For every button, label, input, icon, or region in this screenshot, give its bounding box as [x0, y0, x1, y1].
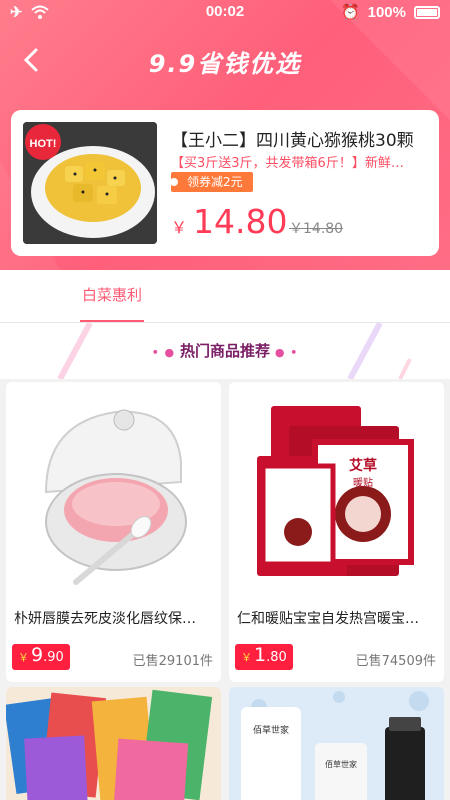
section-title: • ● 热门商品推荐 ● •: [151, 342, 299, 360]
alarm-icon: ⏰: [340, 4, 360, 21]
deal-price-value: 14.80: [193, 202, 288, 241]
featured-deal-card[interactable]: HOT! 【王小二】四川黄心猕猴桃30颗 【买3斤送3斤，共发带箱6斤！】新鲜……: [11, 110, 439, 256]
deal-subtitle: 【买3斤送3斤，共发带箱6斤！】新鲜…: [171, 156, 404, 171]
coupon-badge[interactable]: 领券减2元: [170, 172, 253, 192]
svg-text:暖贴: 暖贴: [353, 476, 373, 489]
deal-title: 【王小二】四川黄心猕猴桃30颗: [171, 131, 414, 151]
product-image[interactable]: [6, 382, 221, 596]
section-header: • ● 热门商品推荐 ● •: [0, 323, 450, 379]
picture-books-illustration: [6, 687, 221, 800]
product-card[interactable]: 佰草世家 佰草世家: [229, 687, 444, 800]
tab-active-indicator: [80, 320, 144, 322]
skincare-bottles-illustration: 佰草世家 佰草世家: [229, 687, 444, 800]
product-title: 朴妍唇膜去死皮淡化唇纹保…: [14, 611, 196, 627]
product-card[interactable]: [6, 687, 221, 800]
dots-left-icon: • ●: [151, 346, 180, 359]
svg-text:佰草世家: 佰草世家: [325, 759, 357, 769]
product-card[interactable]: 朴妍唇膜去死皮淡化唇纹保… ￥ 9 .90 已售29101件: [6, 382, 221, 682]
svg-text:HOT!: HOT!: [30, 138, 57, 150]
tab-bar: 白菜惠利: [0, 270, 450, 323]
hot-badge-icon: HOT!: [25, 124, 61, 160]
page-title: 9.9省钱优选: [148, 50, 302, 78]
price-tag: ￥ 1 .80: [235, 644, 293, 670]
deal-original-price: ￥14.80: [289, 221, 344, 237]
sold-count: 已售74509件: [355, 654, 436, 669]
svg-text:艾草: 艾草: [349, 457, 377, 474]
battery-icon: [414, 5, 440, 19]
product-card[interactable]: 艾草 暖贴 仁和暖贴宝宝自发热宫暖宝… ￥ 1 .80 已售74509件: [229, 382, 444, 682]
status-bar: ✈ 00:02 ⏰ 100%: [0, 0, 450, 24]
heat-patch-illustration: 艾草 暖贴: [229, 382, 444, 596]
dots-right-icon: ● •: [270, 346, 299, 359]
svg-text:佰草世家: 佰草世家: [253, 724, 289, 736]
sold-count: 已售29101件: [132, 654, 213, 669]
product-image[interactable]: 艾草 暖贴: [229, 382, 444, 596]
price-tag: ￥ 9 .90: [12, 644, 70, 670]
kiwi-product-image[interactable]: HOT!: [23, 122, 157, 244]
currency-symbol: ￥: [171, 218, 188, 237]
battery-percent: 100%: [367, 3, 406, 21]
product-title: 仁和暖贴宝宝自发热宫暖宝…: [237, 611, 419, 627]
deal-price: ￥ 14.80: [171, 202, 288, 241]
nav-bar: 9.9省钱优选: [0, 36, 450, 82]
tab-baicai-huili[interactable]: 白菜惠利: [82, 284, 142, 305]
lip-mask-illustration: [6, 382, 221, 596]
